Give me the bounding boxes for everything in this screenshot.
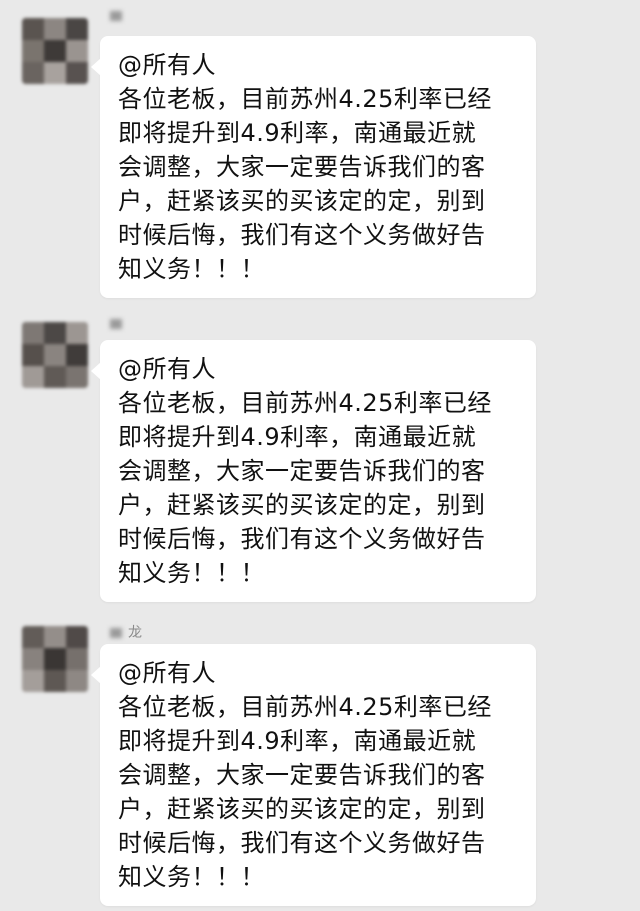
message-line: 时候后悔，我们有这个义务做好告 — [118, 829, 486, 857]
mention-line: @所有人 — [118, 659, 216, 687]
blurred-name — [110, 11, 122, 21]
message-line: 会调整，大家一定要告诉我们的客 — [118, 761, 486, 789]
chat-thread[interactable]: @所有人 各位老板，目前苏州4.25利率已经 即将提升到4.9利率，南通最近就 … — [0, 0, 640, 911]
blurred-name — [110, 628, 122, 638]
message-line: 知义务！！！ — [118, 863, 265, 891]
message-bubble[interactable]: @所有人 各位老板，目前苏州4.25利率已经 即将提升到4.9利率，南通最近就 … — [91, 36, 536, 298]
sender-name — [110, 8, 128, 24]
message-line: 各位老板，目前苏州4.25利率已经 — [118, 693, 492, 721]
message-line: 户，赶紧该买的买该定的定，别到 — [118, 795, 486, 823]
avatar[interactable] — [22, 626, 88, 692]
message-line: 会调整，大家一定要告诉我们的客 — [118, 457, 486, 485]
blurred-name — [110, 319, 122, 329]
message-line: 知义务！！！ — [118, 559, 265, 587]
avatar[interactable] — [22, 18, 88, 84]
mention-line: @所有人 — [118, 51, 216, 79]
sender-name — [110, 316, 128, 332]
mention-line: @所有人 — [118, 355, 216, 383]
message-line: 会调整，大家一定要告诉我们的客 — [118, 153, 486, 181]
message-bubble[interactable]: @所有人 各位老板，目前苏州4.25利率已经 即将提升到4.9利率，南通最近就 … — [91, 644, 536, 906]
message-line: 各位老板，目前苏州4.25利率已经 — [118, 389, 492, 417]
message-line: 知义务！！！ — [118, 255, 265, 283]
sender-name: 龙 — [110, 622, 143, 642]
message-line: 即将提升到4.9利率，南通最近就 — [118, 727, 477, 755]
message-line: 时候后悔，我们有这个义务做好告 — [118, 525, 486, 553]
message-line: 即将提升到4.9利率，南通最近就 — [118, 423, 477, 451]
message-line: 户，赶紧该买的买该定的定，别到 — [118, 491, 486, 519]
message-line: 即将提升到4.9利率，南通最近就 — [118, 119, 477, 147]
message-bubble[interactable]: @所有人 各位老板，目前苏州4.25利率已经 即将提升到4.9利率，南通最近就 … — [91, 340, 536, 602]
avatar[interactable] — [22, 322, 88, 388]
message-line: 时候后悔，我们有这个义务做好告 — [118, 221, 486, 249]
message-line: 各位老板，目前苏州4.25利率已经 — [118, 85, 492, 113]
message-line: 户，赶紧该买的买该定的定，别到 — [118, 187, 486, 215]
